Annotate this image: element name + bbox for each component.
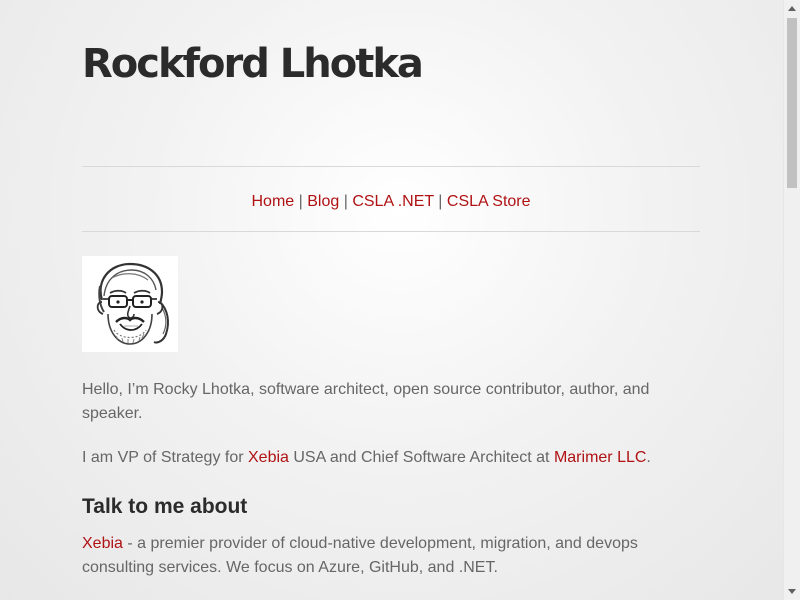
scroll-down-arrow-icon[interactable] [784,583,800,600]
xebia-link[interactable]: Xebia [248,449,289,466]
scrollbar-thumb[interactable] [787,18,797,188]
marimer-llc-link[interactable]: Marimer LLC [554,449,646,466]
scroll-up-arrow-icon[interactable] [784,0,800,17]
role-prefix: I am VP of Strategy for [82,449,248,466]
vertical-scrollbar[interactable] [783,0,800,600]
nav-link-csla-store[interactable]: CSLA Store [447,193,531,210]
caricature-avatar-icon [82,256,178,352]
role-paragraph: I am VP of Strategy for Xebia USA and Ch… [82,446,682,470]
page-viewport: Rockford Lhotka Home | Blog | CSLA .NET … [0,0,783,600]
intro-paragraph: Hello, I’m Rocky Lhotka, software archit… [82,381,650,422]
nav-link-csla-net[interactable]: CSLA .NET [352,193,434,210]
role-suffix: . [646,449,651,466]
nav-separator: | [343,193,348,210]
nav-divider [82,231,700,232]
talk-xebia-link[interactable]: Xebia [82,535,123,552]
nav-separator: | [298,193,303,210]
talk-xebia-description: - a premier provider of cloud-native dev… [82,535,638,576]
role-middle: USA and Chief Software Architect at [288,449,554,466]
nav-link-blog[interactable]: Blog [307,193,339,210]
nav-link-home[interactable]: Home [251,193,294,210]
header-divider [82,166,700,167]
talk-heading: Talk to me about [82,495,248,518]
avatar [82,256,178,352]
main-nav: Home | Blog | CSLA .NET | CSLA Store [82,191,700,213]
talk-item-xebia: Xebia - a premier provider of cloud-nati… [82,532,682,580]
site-title[interactable]: Rockford Lhotka [82,36,424,92]
nav-separator: | [438,193,443,210]
